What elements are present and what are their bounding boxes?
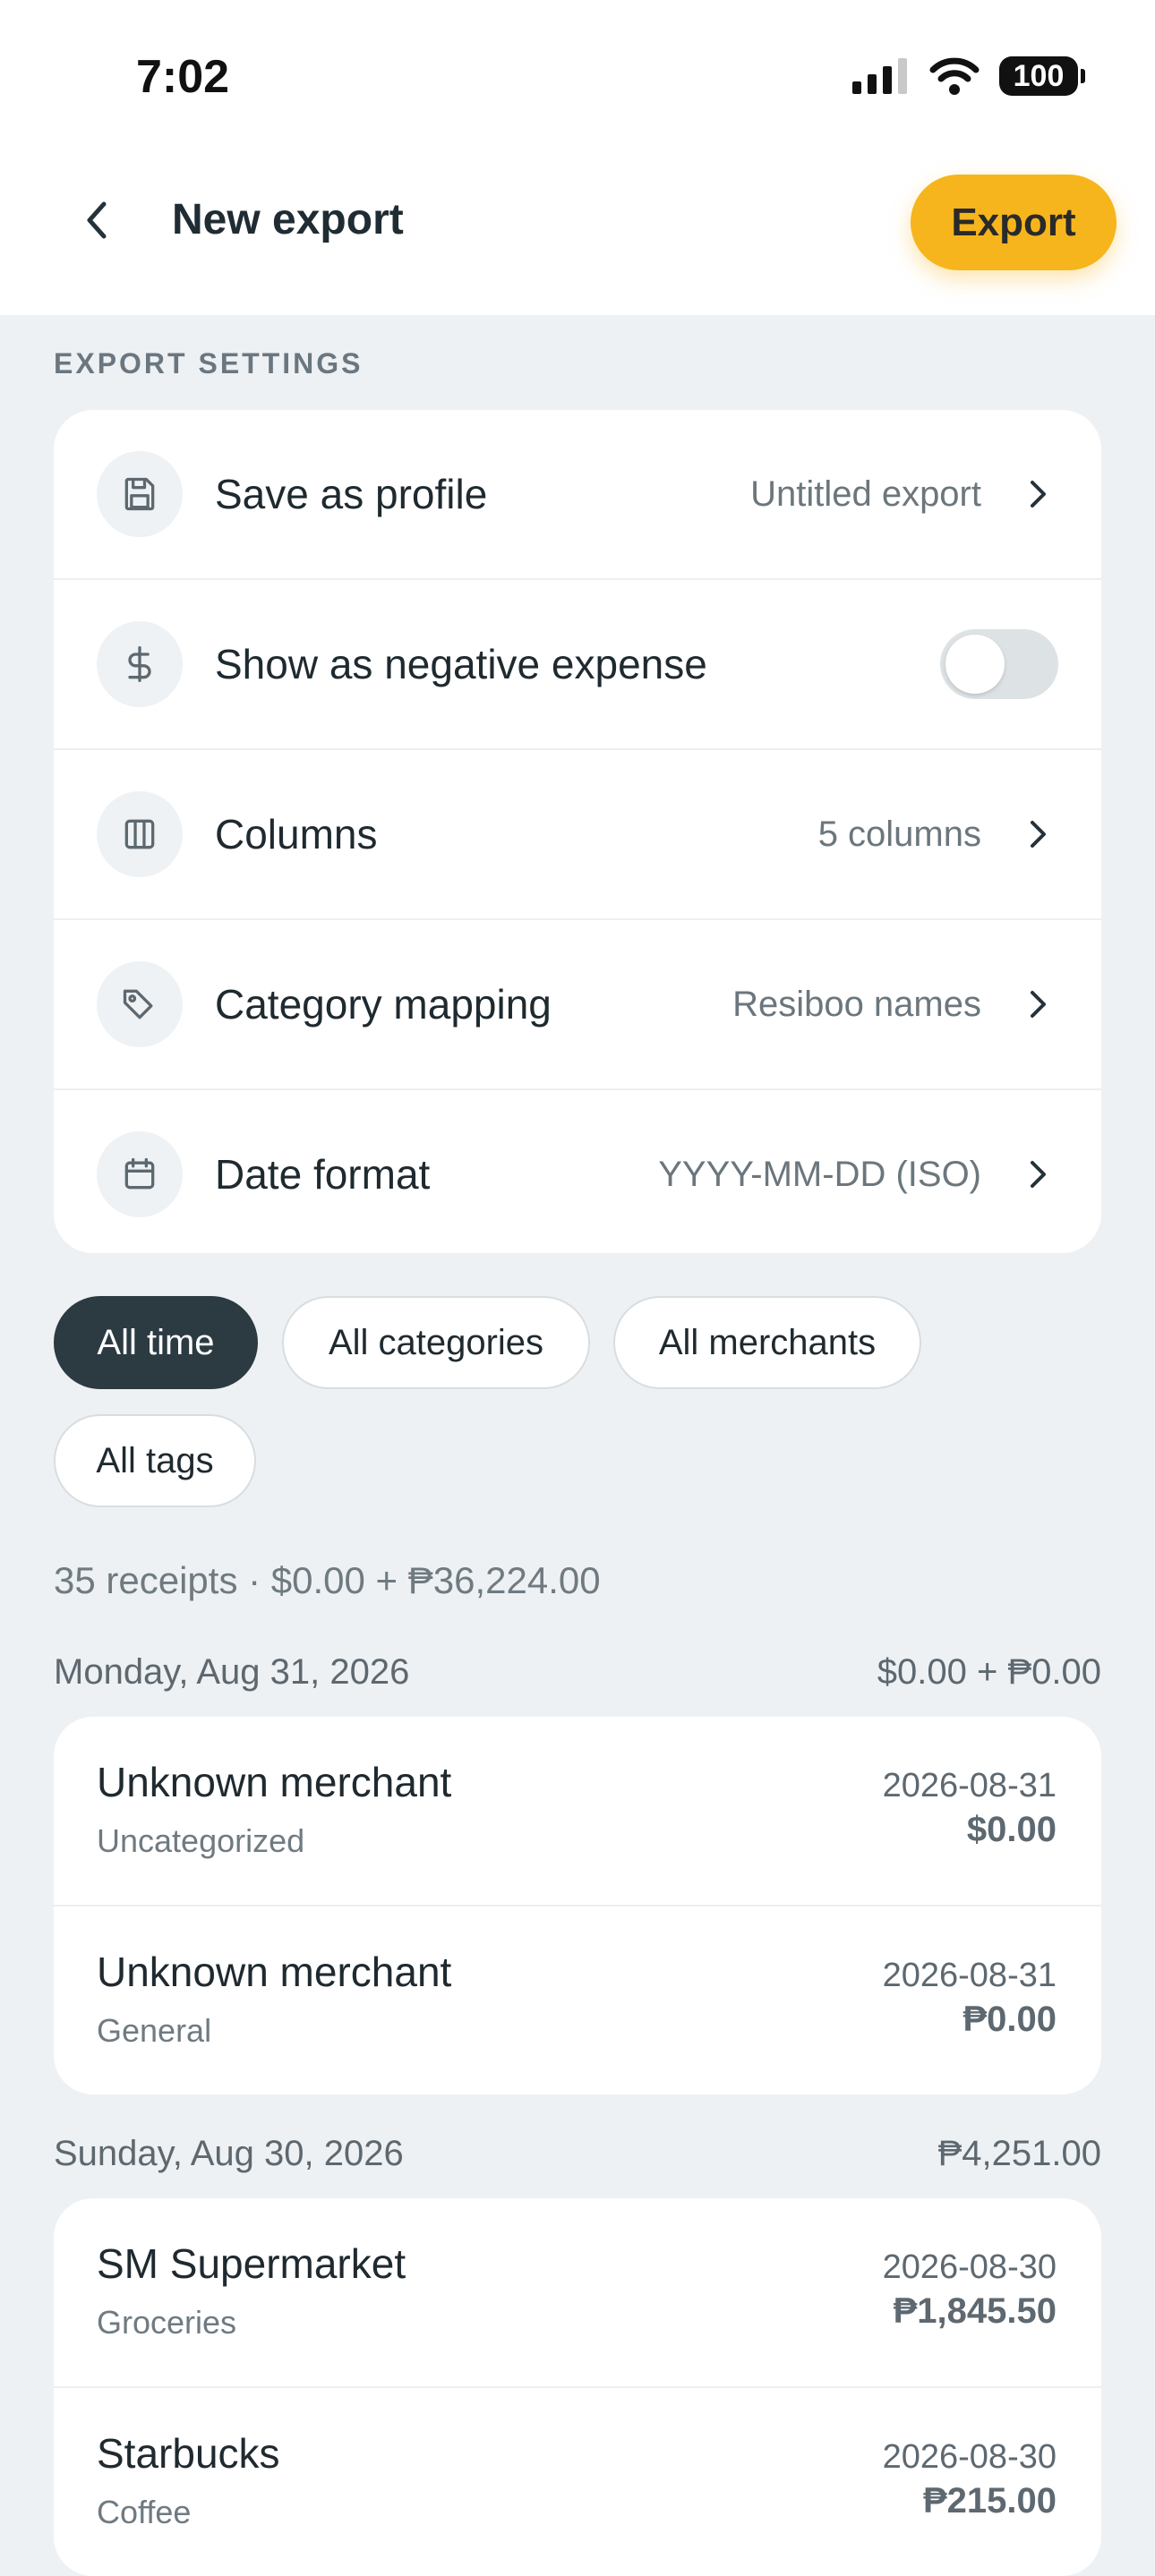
filter-chip-all-tags[interactable]: All tags xyxy=(54,1414,256,1507)
setting-value: Resiboo names xyxy=(732,984,981,1024)
tag-icon xyxy=(97,961,183,1047)
receipt-amount: ₱1,845.50 xyxy=(893,2291,1057,2331)
receipt-row[interactable]: SM Supermarket Groceries 2026-08-30 ₱1,8… xyxy=(54,2198,1101,2388)
receipt-merchant: Unknown merchant xyxy=(97,1759,452,1805)
toggle-knob xyxy=(945,635,1005,694)
chevron-right-icon xyxy=(1021,1156,1057,1192)
page-title: New export xyxy=(172,196,404,243)
wifi-icon xyxy=(929,57,980,95)
back-button[interactable] xyxy=(68,192,125,249)
status-time: 7:02 xyxy=(136,51,230,103)
chevron-right-icon xyxy=(1021,476,1057,512)
filter-chip-all-categories[interactable]: All categories xyxy=(282,1296,590,1389)
group-date: Monday, Aug 31, 2026 xyxy=(54,1652,410,1692)
group-total: ₱4,251.00 xyxy=(937,2134,1101,2173)
receipt-row[interactable]: Unknown merchant General 2026-08-31 ₱0.0… xyxy=(54,1906,1101,2094)
receipt-date: 2026-08-31 xyxy=(882,1957,1057,1994)
receipt-category: Uncategorized xyxy=(97,1822,305,1859)
setting-row-columns[interactable]: Columns 5 columns xyxy=(54,750,1101,920)
receipt-merchant: SM Supermarket xyxy=(97,2240,406,2287)
receipt-list-card: Unknown merchant Uncategorized 2026-08-3… xyxy=(54,1717,1101,2094)
status-bar: 7:02 100 xyxy=(0,0,1155,152)
group-date: Sunday, Aug 30, 2026 xyxy=(54,2134,404,2173)
setting-row-date-format[interactable]: Date format YYYY-MM-DD (ISO) xyxy=(54,1090,1101,1253)
setting-label: Save as profile xyxy=(215,471,488,517)
setting-value: YYYY-MM-DD (ISO) xyxy=(658,1154,981,1194)
receipt-list-card: SM Supermarket Groceries 2026-08-30 ₱1,8… xyxy=(54,2198,1101,2576)
receipt-amount: $0.00 xyxy=(966,1810,1057,1849)
setting-value: Untitled export xyxy=(750,473,981,514)
receipt-category: General xyxy=(97,2012,212,2049)
receipt-category: Groceries xyxy=(97,2304,237,2341)
export-button[interactable]: Export xyxy=(911,175,1116,270)
section-label-export-settings: EXPORT SETTINGS xyxy=(54,347,364,380)
cellular-signal-icon xyxy=(852,58,907,94)
negative-expense-toggle[interactable] xyxy=(940,629,1058,699)
setting-row-negative-expense: Show as negative expense xyxy=(54,580,1101,750)
receipt-row[interactable]: Unknown merchant Uncategorized 2026-08-3… xyxy=(54,1717,1101,1906)
receipt-row[interactable]: Starbucks Coffee 2026-08-30 ₱215.00 xyxy=(54,2388,1101,2576)
battery-icon: 100 xyxy=(999,56,1085,96)
filter-chip-all-merchants[interactable]: All merchants xyxy=(613,1296,921,1389)
chevron-right-icon xyxy=(1021,986,1057,1022)
setting-label: Date format xyxy=(215,1151,431,1198)
receipt-amount: ₱0.00 xyxy=(962,2000,1057,2039)
receipt-category: Coffee xyxy=(97,2494,192,2530)
calendar-icon xyxy=(97,1131,183,1217)
nav-bar: New export Export xyxy=(0,152,1155,315)
receipt-date: 2026-08-30 xyxy=(882,2438,1057,2476)
dollar-icon xyxy=(97,621,183,707)
receipt-date: 2026-08-31 xyxy=(882,1767,1057,1804)
group-total: $0.00 + ₱0.00 xyxy=(877,1652,1101,1692)
receipt-merchant: Unknown merchant xyxy=(97,1949,452,1995)
setting-row-save-profile[interactable]: Save as profile Untitled export xyxy=(54,410,1101,580)
setting-label: Show as negative expense xyxy=(215,641,707,687)
receipt-amount: ₱215.00 xyxy=(922,2481,1057,2521)
receipt-date: 2026-08-30 xyxy=(882,2248,1057,2286)
export-settings-card: Save as profile Untitled export Show as … xyxy=(54,410,1101,1253)
save-icon xyxy=(97,451,183,537)
chevron-left-icon xyxy=(87,201,107,239)
receipt-merchant: Starbucks xyxy=(97,2430,280,2477)
setting-label: Columns xyxy=(215,811,378,857)
columns-icon xyxy=(97,791,183,877)
filter-chip-all-time[interactable]: All time xyxy=(54,1296,258,1389)
chevron-right-icon xyxy=(1021,816,1057,852)
setting-row-category-mapping[interactable]: Category mapping Resiboo names xyxy=(54,920,1101,1090)
status-icons: 100 xyxy=(852,54,1085,98)
receipts-summary: 35 receipts · $0.00 + ₱36,224.00 xyxy=(54,1559,601,1601)
setting-value: 5 columns xyxy=(817,814,981,854)
setting-label: Category mapping xyxy=(215,981,552,1028)
